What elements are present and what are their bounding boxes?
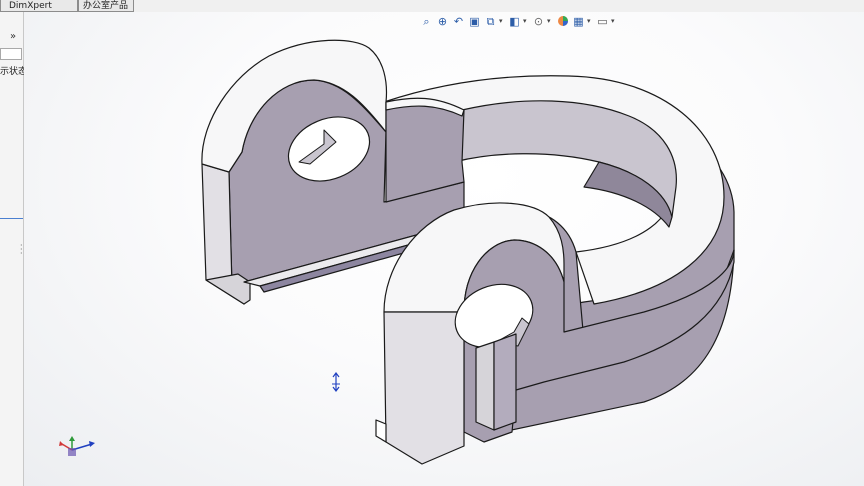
display-state-label: 示状态 <box>0 67 24 77</box>
panel-filter-field[interactable] <box>0 48 22 60</box>
panel-divider <box>0 218 23 219</box>
expand-panel-button[interactable]: » <box>10 32 16 42</box>
feature-manager-panel: » 示状态 · · · <box>0 12 24 486</box>
tab-dimxpert[interactable]: DimXpert <box>0 0 78 12</box>
command-manager-tabs: DimXpert 办公室产品 <box>0 0 864 12</box>
tab-office-products[interactable]: 办公室产品 <box>78 0 134 12</box>
reference-triad-icon <box>59 436 95 456</box>
splitter-grip-icon[interactable]: · · · <box>20 242 23 260</box>
lower-lug-front-face <box>383 311 465 465</box>
graphics-viewport[interactable]: ⌕ ⊕ ↶ ▣ ⧉ ▾ ◧ ▾ ⊙ ▾ ▦ ▾ ▭ ▾ <box>24 12 864 486</box>
origin-icon <box>332 372 340 392</box>
part-model[interactable] <box>24 12 864 486</box>
